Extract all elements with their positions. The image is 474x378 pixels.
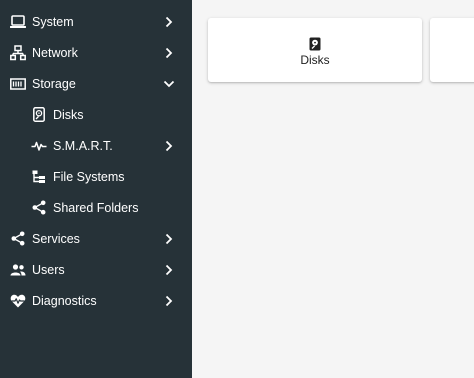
sidebar-item-label: Diagnostics [32,293,97,308]
sidebar-item-label: Users [32,262,65,277]
main-content: Disks [192,0,474,378]
chevron-right-icon [163,140,175,152]
sidebar-item-label: Shared Folders [53,200,139,215]
chevron-right-icon [163,47,175,59]
sidebar-item-system[interactable]: System [0,6,192,37]
sidebar-item-disks[interactable]: Disks [0,99,192,130]
sidebar-item-label: Services [32,231,80,246]
harddisk-icon [309,37,321,51]
pulse-icon [31,138,47,154]
storage-icon [10,76,26,92]
sidebar-item-services[interactable]: Services [0,223,192,254]
sidebar-item-label: Network [32,45,78,60]
sidebar: System Network Storage Disks S.M.A.R.T. … [0,0,192,378]
disks-card[interactable]: Disks [208,18,422,82]
sidebar-item-label: S.M.A.R.T. [53,138,113,153]
network-icon [10,44,26,61]
share-icon [10,231,26,247]
sidebar-item-label: System [32,14,74,29]
file-tree-icon [31,169,47,185]
card-label: Disks [300,53,330,67]
sidebar-item-file-systems[interactable]: File Systems [0,161,192,192]
chevron-right-icon [163,264,175,276]
next-card[interactable] [430,18,474,82]
users-icon [10,262,26,278]
chevron-right-icon [163,233,175,245]
chevron-down-icon [163,78,175,90]
laptop-icon [10,14,26,30]
sidebar-item-label: Storage [32,76,76,91]
harddisk-icon [31,107,47,123]
share-icon [31,200,47,216]
heart-pulse-icon [10,293,26,309]
sidebar-item-label: Disks [53,107,84,122]
sidebar-item-diagnostics[interactable]: Diagnostics [0,285,192,316]
sidebar-item-network[interactable]: Network [0,37,192,68]
sidebar-item-shared-folders[interactable]: Shared Folders [0,192,192,223]
chevron-right-icon [163,295,175,307]
sidebar-item-users[interactable]: Users [0,254,192,285]
sidebar-item-storage[interactable]: Storage [0,68,192,99]
sidebar-item-label: File Systems [53,169,125,184]
chevron-right-icon [163,16,175,28]
sidebar-item-smart[interactable]: S.M.A.R.T. [0,130,192,161]
